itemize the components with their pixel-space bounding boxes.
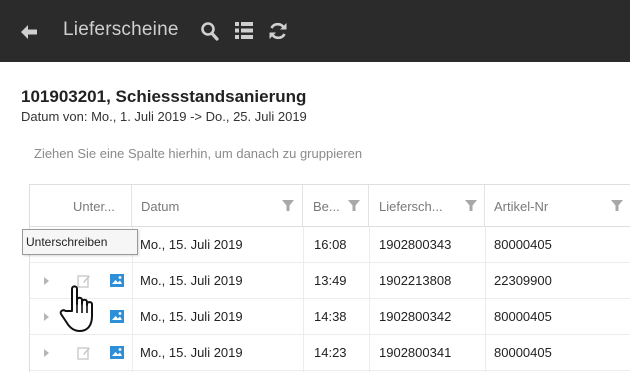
column-header-beginn[interactable]: Be... [303,185,369,227]
cell-zeit: 14:23 [314,345,347,360]
image-icon[interactable] [110,274,124,287]
cell-datum: Mo., 15. Juli 2019 [140,237,243,252]
filter-icon[interactable] [465,200,477,212]
page-title: Lieferscheine [63,19,179,40]
column-header-label: Datum [141,199,180,214]
column-header-label: Be... [313,199,340,214]
tooltip: Unterschreiben [22,229,138,255]
cell-zeit: 13:49 [314,273,347,288]
column-header-label: Artikel-Nr [494,199,549,214]
image-icon[interactable] [110,310,124,323]
expand-row-icon[interactable] [44,277,49,285]
expand-row-icon[interactable] [44,349,49,357]
hand-cursor-icon [59,285,93,332]
group-drop-area[interactable]: Ziehen Sie eine Spalte hierhin, um danac… [34,146,362,161]
cell-zeit: 14:38 [314,309,347,324]
search-icon[interactable] [200,21,219,41]
cell-datum: Mo., 15. Juli 2019 [140,309,243,324]
cell-datum: Mo., 15. Juli 2019 [140,273,243,288]
column-header-label: Liefersch... [379,199,443,214]
edit-sign-icon[interactable] [77,346,91,360]
list-icon[interactable] [235,22,253,39]
arrow-left-icon[interactable] [20,24,38,40]
cell-datum: Mo., 15. Juli 2019 [140,345,243,360]
toolbar: Lieferscheine [0,0,630,62]
filter-icon[interactable] [348,200,360,212]
column-header-label: Unter... [73,199,115,214]
cell-artikel-nr: 80000405 [494,309,552,324]
column-header-unterschreiben[interactable]: Unter... [30,185,132,227]
expand-row-icon[interactable] [44,313,49,321]
column-header-lieferschein[interactable]: Liefersch... [369,185,485,227]
date-range: Datum von: Mo., 1. Juli 2019 -> Do., 25.… [21,109,307,124]
cell-artikel-nr: 80000405 [494,345,552,360]
cell-artikel-nr: 80000405 [494,237,552,252]
cell-zeit: 16:08 [314,237,347,252]
refresh-icon[interactable] [268,21,288,41]
delivery-grid: Unter... Datum Be... Liefersch... Artike… [29,184,630,372]
table-row[interactable]: Mo., 15. Juli 2019 13:49 1902213808 2230… [30,263,630,299]
image-icon[interactable] [110,346,124,359]
filter-icon[interactable] [282,200,294,212]
delivery-title: 101903201, Schiessstandsanierung [21,87,307,106]
cell-lieferschein: 1902800343 [379,237,452,252]
cell-lieferschein: 1902800342 [379,309,452,324]
cell-artikel-nr: 22309900 [494,273,552,288]
cell-lieferschein: 1902213808 [379,273,452,288]
column-header-artikel-nr[interactable]: Artikel-Nr [485,185,630,227]
table-row[interactable]: Mo., 15. Juli 2019 14:23 1902800341 8000… [30,335,630,371]
column-header-datum[interactable]: Datum [132,185,303,227]
cell-lieferschein: 1902800341 [379,345,452,360]
table-row[interactable]: Mo., 15. Juli 2019 14:38 1902800342 8000… [30,299,630,335]
filter-icon[interactable] [611,200,623,212]
